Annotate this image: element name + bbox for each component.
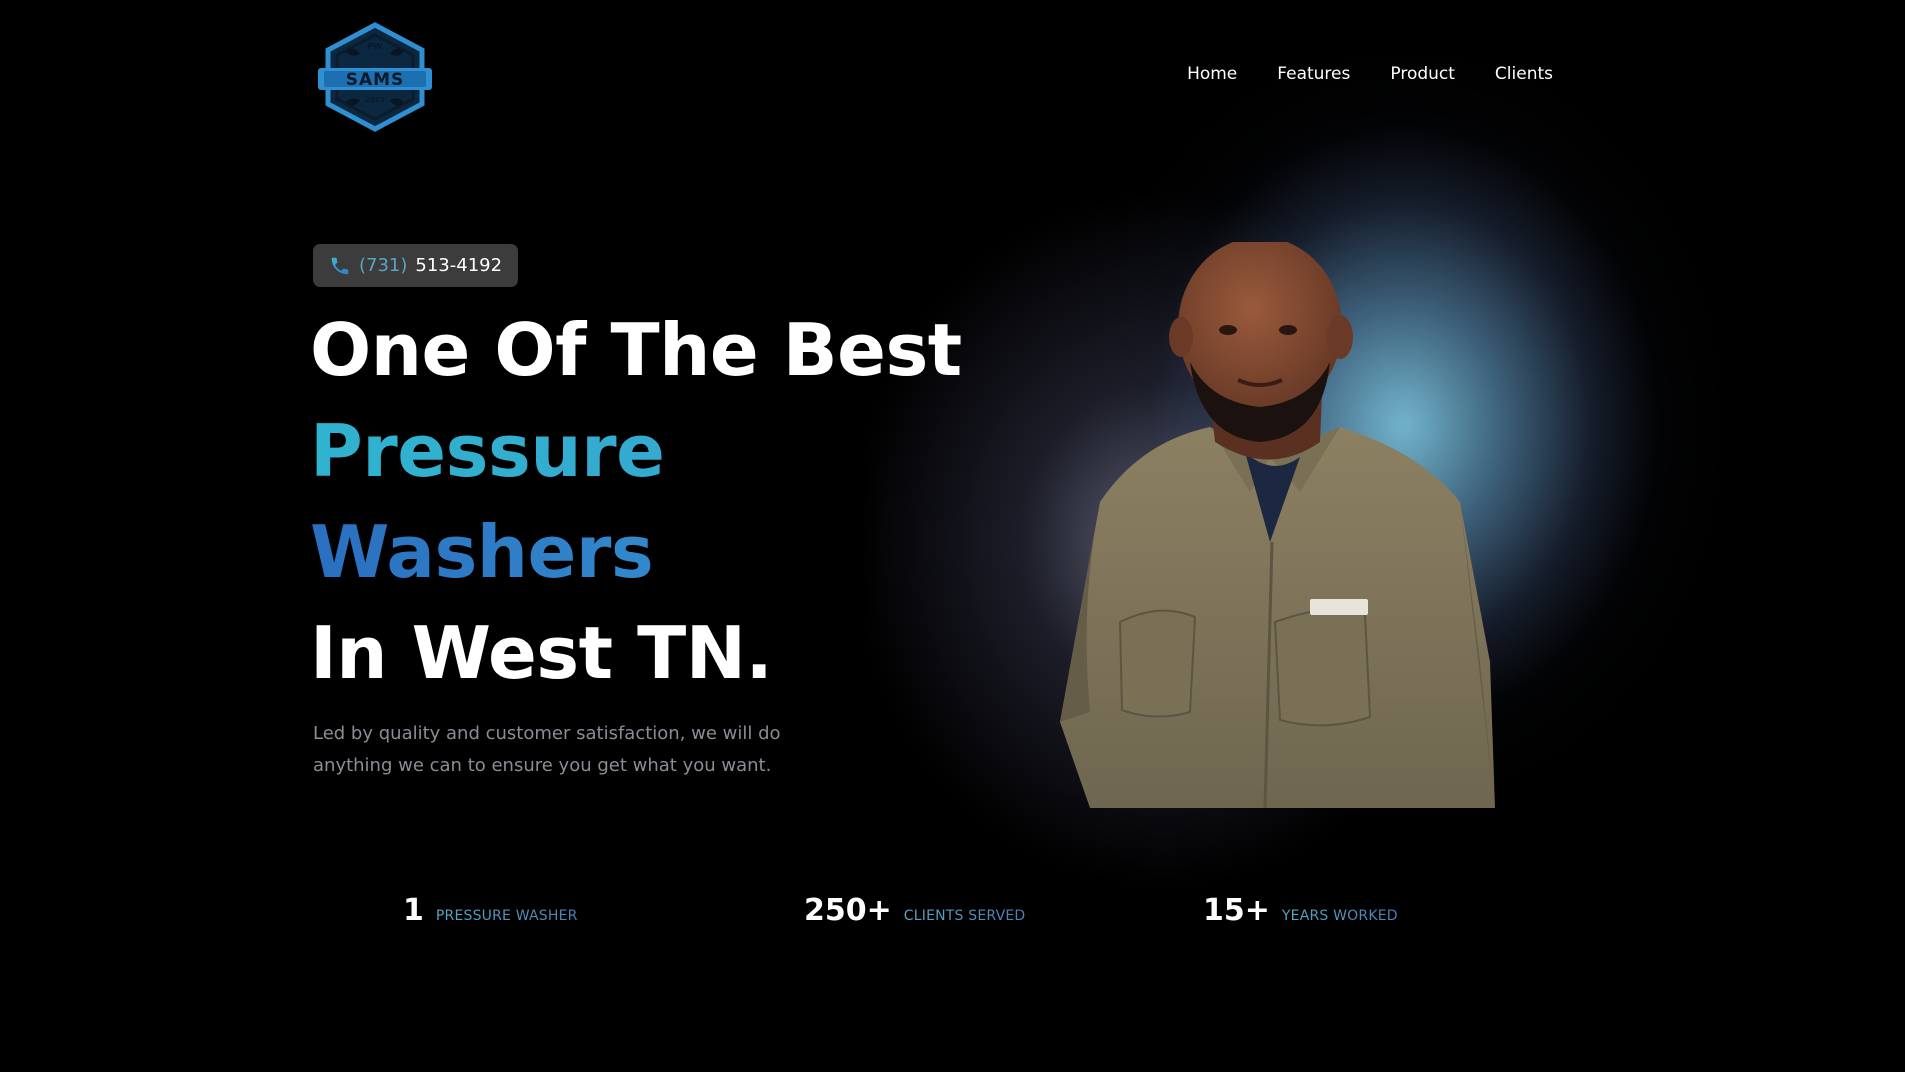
stat-number: 1 <box>403 893 424 928</box>
headline-line-4: In West TN. <box>310 611 773 695</box>
stat-number: 15+ <box>1203 893 1270 928</box>
phone-area-code: (731) <box>359 255 408 276</box>
main-nav: Home Features Product Clients <box>1187 64 1553 84</box>
nav-features[interactable]: Features <box>1277 64 1350 84</box>
stat-pressure-washer: 1 PRESSURE WASHER <box>403 893 578 928</box>
nav-product[interactable]: Product <box>1390 64 1455 84</box>
landing-page: SAMS PW 2023 Home Features Product Clien… <box>0 0 1905 1072</box>
phone-number: 513-4192 <box>415 255 503 276</box>
sams-logo[interactable]: SAMS PW 2023 <box>316 22 434 132</box>
stat-label: PRESSURE WASHER <box>435 908 578 924</box>
stat-label: YEARS WORKED <box>1281 908 1398 924</box>
headline-line-3: Washers <box>310 502 962 603</box>
headline-line-2: Pressure <box>310 401 962 502</box>
phone-number-badge[interactable]: (731) 513-4192 <box>313 244 519 287</box>
logo-year-text: 2023 <box>365 96 385 104</box>
logo-top-text: PW <box>368 42 383 51</box>
phone-icon <box>329 255 351 277</box>
hero-tagline: Led by quality and customer satisfaction… <box>313 723 781 776</box>
stat-clients-served: 250+ CLIENTS SERVED <box>804 893 1025 928</box>
stat-number: 250+ <box>804 893 892 928</box>
owner-portrait <box>1060 242 1495 808</box>
nav-home[interactable]: Home <box>1187 64 1237 84</box>
headline-line-1: One Of The Best <box>310 308 962 392</box>
logo-brand-text: SAMS <box>346 70 405 90</box>
stat-years-worked: 15+ YEARS WORKED <box>1203 893 1398 928</box>
hero-headline: One Of The Best Pressure Washers In West… <box>310 300 962 704</box>
stat-label: CLIENTS SERVED <box>903 908 1026 924</box>
nav-clients[interactable]: Clients <box>1495 64 1553 84</box>
